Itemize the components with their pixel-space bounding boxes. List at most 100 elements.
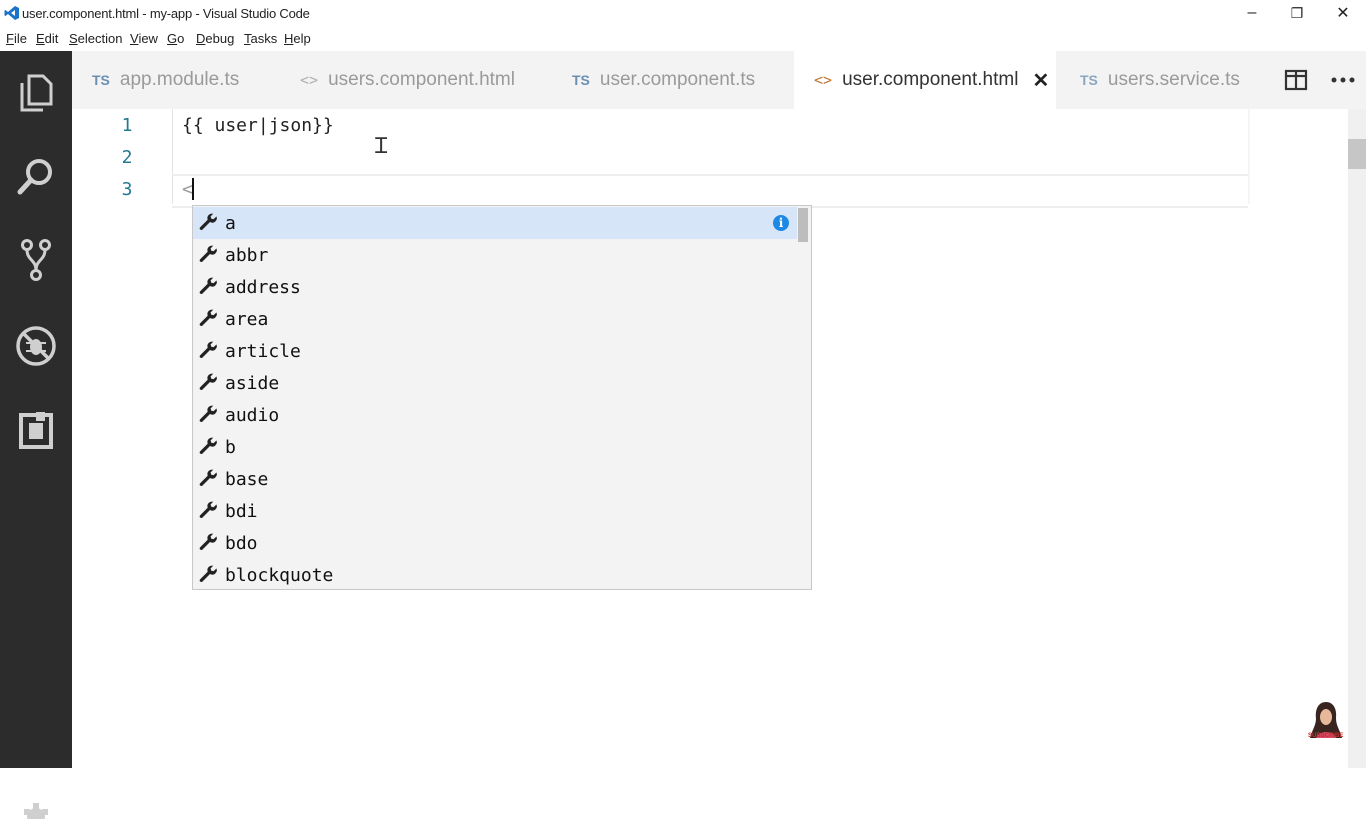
menu-file[interactable]: File	[6, 31, 27, 46]
vscode-logo-icon	[4, 6, 19, 20]
wrench-icon	[199, 469, 221, 489]
gear-icon[interactable]	[22, 803, 50, 819]
suggestion-label: bdi	[225, 500, 258, 522]
menu-edit[interactable]: Edit	[36, 31, 58, 46]
tab-label: users.component.html	[328, 69, 515, 90]
typescript-file-icon: TS	[572, 72, 590, 88]
text-cursor	[192, 178, 194, 200]
extensions-icon	[19, 412, 53, 449]
minimize-button[interactable]: –	[1232, 2, 1272, 24]
tab-bar: TS app.module.ts <> users.component.html…	[72, 51, 1366, 109]
suggestion-item[interactable]: audio	[193, 399, 797, 431]
suggestion-label: base	[225, 468, 269, 490]
tab-label: app.module.ts	[119, 69, 240, 90]
source-control-icon	[21, 239, 51, 281]
menu-bar: File Edit Selection View Go Debug Tasks …	[0, 27, 1366, 51]
explorer-button[interactable]	[14, 71, 58, 115]
menu-help[interactable]: Help	[284, 31, 311, 46]
wrench-icon	[199, 213, 221, 233]
suggestion-label: aside	[225, 372, 280, 394]
suggestion-item[interactable]: aside	[193, 367, 797, 399]
wrench-icon	[199, 565, 221, 585]
wrench-icon	[199, 501, 221, 521]
close-window-button[interactable]: ✕	[1323, 2, 1363, 24]
split-editor-button[interactable]	[1284, 68, 1308, 92]
typescript-file-icon: TS	[1080, 72, 1098, 88]
wrench-icon	[199, 341, 221, 361]
close-tab-icon[interactable]: ✕	[1032, 68, 1049, 93]
suggestion-label: blockquote	[225, 564, 334, 586]
split-editor-icon	[1284, 69, 1308, 91]
suggestion-item[interactable]: article	[193, 335, 797, 367]
minimap-divider	[1248, 109, 1250, 204]
wrench-icon	[199, 309, 221, 329]
suggestion-label: abbr	[225, 244, 269, 266]
debug-button[interactable]	[14, 324, 58, 368]
menu-debug[interactable]: Debug	[196, 31, 234, 46]
extensions-button[interactable]	[14, 408, 58, 452]
search-icon	[17, 159, 52, 195]
wrench-icon	[199, 373, 221, 393]
menu-selection[interactable]: Selection	[69, 31, 122, 46]
ibeam-cursor-icon: Ɪ	[375, 134, 388, 159]
vertical-scrollbar[interactable]	[1348, 109, 1366, 768]
activity-bar	[0, 51, 72, 819]
tab-app-module-ts[interactable]: TS app.module.ts	[92, 51, 272, 109]
suggestion-item[interactable]: bdi	[193, 495, 797, 527]
restore-button[interactable]: ❐	[1277, 2, 1317, 24]
suggestion-item[interactable]: b	[193, 431, 797, 463]
suggest-scrollbar-thumb[interactable]	[798, 208, 808, 242]
typescript-file-icon: TS	[92, 72, 110, 88]
suggestion-item[interactable]: bdo	[193, 527, 797, 559]
line-number: 3	[121, 179, 133, 200]
menu-view[interactable]: View	[130, 31, 158, 46]
suggestion-label: address	[225, 276, 301, 298]
search-button[interactable]	[14, 154, 58, 198]
files-icon	[20, 74, 53, 112]
suggestion-item[interactable]: ai	[193, 207, 797, 239]
close-icon: ✕	[1336, 5, 1350, 22]
wrench-icon	[199, 437, 221, 457]
tab-users-service-ts[interactable]: TS users.service.ts	[1080, 51, 1260, 109]
suggestion-item[interactable]: base	[193, 463, 797, 495]
wrench-icon	[199, 405, 221, 425]
wrench-icon	[199, 245, 221, 265]
suggest-widget: a i abbr address area article aside audio b base b…	[192, 205, 812, 590]
suggestion-label: article	[225, 340, 301, 362]
line-number: 2	[121, 147, 133, 168]
suggestion-item[interactable]: area	[193, 303, 797, 335]
html-file-icon: <>	[300, 71, 319, 89]
suggestion-item[interactable]: blockquote	[193, 559, 797, 591]
tab-label: users.service.ts	[1107, 69, 1240, 90]
title-bar: user.component.html - my-app - Visual St…	[0, 0, 1366, 27]
line-number: 1	[121, 115, 133, 136]
minimize-icon: –	[1247, 4, 1257, 21]
code-line[interactable]: {{ user|json}}	[182, 115, 334, 136]
tab-label: user.component.ts	[599, 69, 756, 90]
tab-user-component-ts[interactable]: TS user.component.ts	[572, 51, 772, 109]
source-control-button[interactable]	[14, 238, 58, 282]
suggestion-label: b	[225, 436, 236, 458]
tab-user-component-html[interactable]: <> user.component.html ✕	[794, 51, 1056, 109]
more-actions-button[interactable]	[1329, 68, 1357, 92]
scrollbar-thumb[interactable]	[1348, 139, 1366, 169]
debug-icon	[16, 326, 56, 366]
suggestion-item[interactable]: abbr	[193, 239, 797, 271]
suggestion-label: area	[225, 308, 269, 330]
html-file-icon: <>	[814, 71, 833, 89]
suggestion-label: audio	[225, 404, 280, 426]
subscribe-label[interactable]: SUBSCRIBE	[1308, 733, 1343, 739]
more-icon	[1331, 77, 1355, 83]
suggestion-label: bdo	[225, 532, 258, 554]
menu-tasks[interactable]: Tasks	[244, 31, 277, 46]
suggestion-label: a	[225, 212, 236, 234]
tab-users-component-html[interactable]: <> users.component.html	[300, 51, 540, 109]
restore-icon: ❐	[1290, 4, 1304, 21]
wrench-icon	[199, 277, 221, 297]
menu-go[interactable]: Go	[167, 31, 184, 46]
wrench-icon	[199, 533, 221, 553]
window-title: user.component.html - my-app - Visual St…	[22, 6, 310, 21]
suggestion-item[interactable]: address	[193, 271, 797, 303]
info-icon[interactable]: i	[773, 215, 789, 231]
tab-label: user.component.html	[842, 69, 1019, 90]
